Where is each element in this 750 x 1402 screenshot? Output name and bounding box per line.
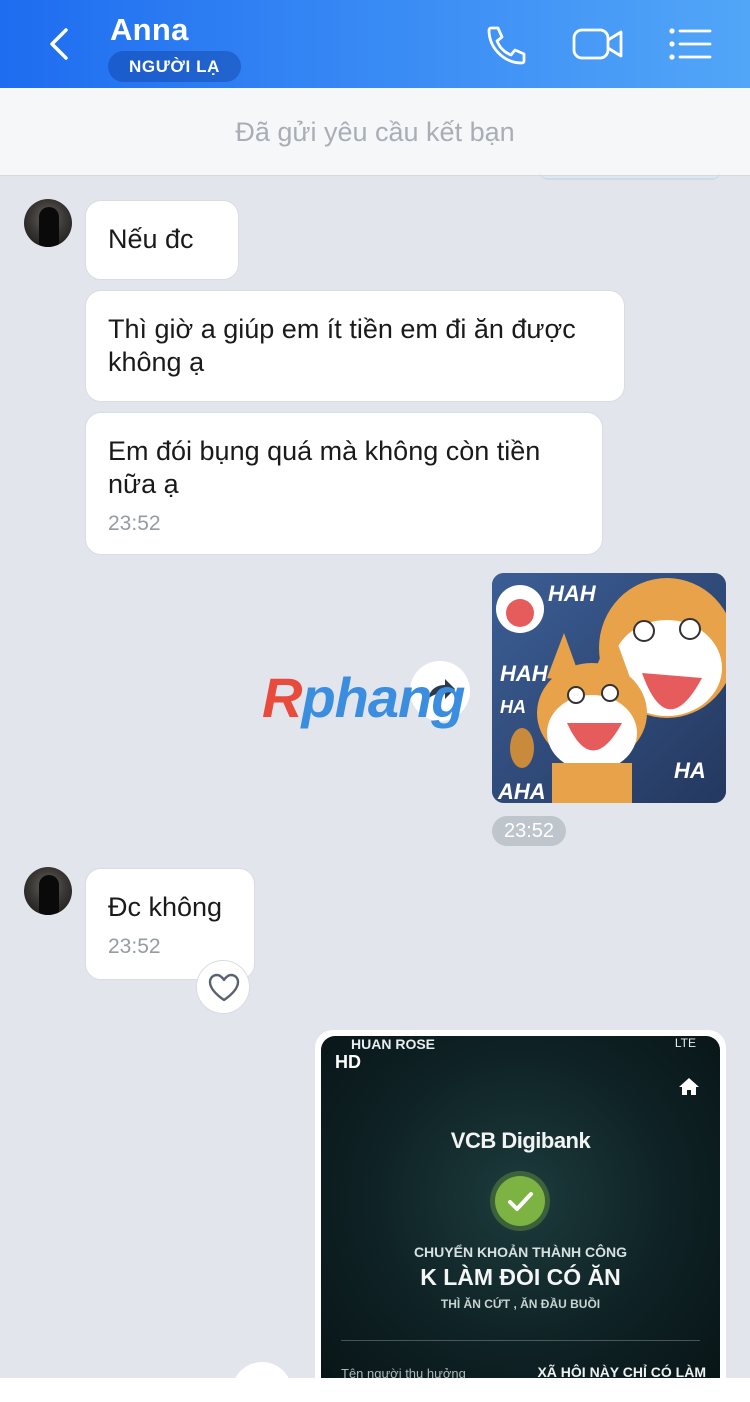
message-bubble[interactable]: Thì giờ a giúp em ít tiền em đi ăn được … bbox=[85, 290, 625, 402]
avatar[interactable] bbox=[24, 867, 72, 915]
react-button[interactable] bbox=[196, 960, 250, 1014]
bank-brand: VCB Digibank bbox=[450, 1128, 591, 1153]
status-bar-name: HUAN ROSE bbox=[351, 1036, 436, 1052]
message-text: Nếu đc bbox=[108, 224, 194, 254]
message-bubble[interactable]: Em đói bụng quá mà không còn tiền nữa ạ … bbox=[85, 412, 603, 555]
transfer-status: CHUYỂN KHOẢN THÀNH CÔNG bbox=[413, 1244, 628, 1260]
scrolled-bubble-edge bbox=[540, 172, 720, 180]
message-time: 23:52 bbox=[492, 816, 566, 846]
sticker-text: HAH bbox=[500, 661, 549, 686]
video-camera-icon[interactable] bbox=[572, 22, 624, 66]
chevron-left-icon[interactable] bbox=[40, 22, 80, 66]
transfer-submessage: THÌ ĂN CỨT , ĂN ĐẦU BUỒI bbox=[440, 1297, 601, 1311]
heart-icon bbox=[208, 973, 240, 1002]
message-text: Đc không bbox=[108, 892, 223, 922]
avatar[interactable] bbox=[24, 199, 72, 247]
bottom-input-bar bbox=[0, 1378, 750, 1402]
sticker-text: HA bbox=[674, 758, 706, 783]
transfer-message: K LÀM ĐÒI CÓ ĂN bbox=[420, 1264, 621, 1290]
home-icon bbox=[679, 1078, 699, 1095]
chat-header: Anna NGƯỜI LẠ bbox=[0, 0, 750, 88]
sticker-text: HA bbox=[500, 697, 526, 717]
divider bbox=[341, 1340, 700, 1341]
sticker-image[interactable]: HAH HAH HA HA AHA bbox=[492, 573, 726, 803]
sticker-text: AHA bbox=[497, 779, 546, 803]
message-time: 23:52 bbox=[108, 935, 161, 958]
success-check-icon bbox=[495, 1176, 545, 1226]
message-text: Thì giờ a giúp em ít tiền em đi ăn được … bbox=[108, 314, 576, 377]
phone-icon[interactable] bbox=[482, 22, 530, 66]
banking-screenshot: HUAN ROSE LTE HD VCB Digibank CHUYỂN KHO… bbox=[321, 1036, 720, 1396]
friend-request-status: Đã gửi yêu cầu kết bạn bbox=[0, 88, 750, 176]
message-text: Em đói bụng quá mà không còn tiền nữa ạ bbox=[108, 436, 541, 499]
watermark-logo: Rphang bbox=[262, 666, 465, 729]
status-bar-network: LTE bbox=[674, 1036, 696, 1050]
hd-badge: HD bbox=[335, 1052, 361, 1072]
image-message[interactable]: HUAN ROSE LTE HD VCB Digibank CHUYỂN KHO… bbox=[315, 1030, 726, 1402]
stranger-badge: NGƯỜI LẠ bbox=[108, 51, 242, 82]
contact-name[interactable]: Anna bbox=[110, 12, 189, 48]
message-bubble[interactable]: Nếu đc bbox=[85, 200, 239, 280]
sticker-text: HAH bbox=[548, 581, 597, 606]
message-time: 23:52 bbox=[108, 512, 161, 535]
list-menu-icon[interactable] bbox=[668, 22, 712, 66]
